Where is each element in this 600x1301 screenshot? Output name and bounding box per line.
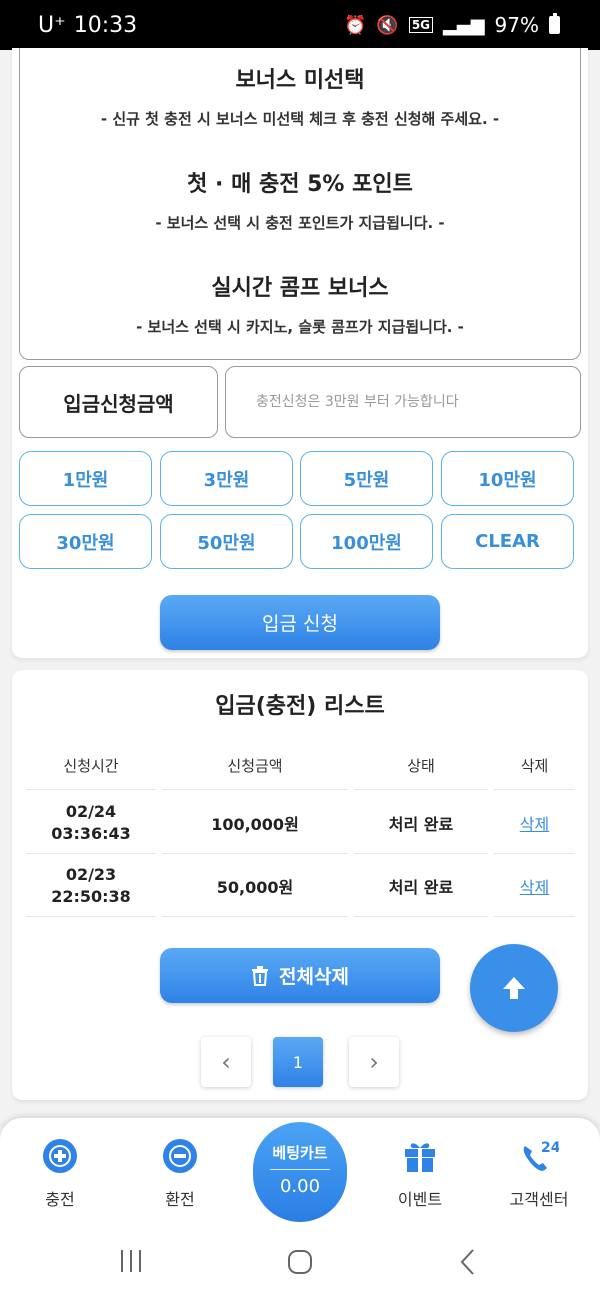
battery-percent: 97% [494, 13, 539, 37]
carrier-label: U⁺ [38, 12, 66, 38]
nav-event-label: 이벤트 [397, 1190, 443, 1209]
amount-button-300k[interactable]: 30만원 [19, 514, 152, 569]
header-time: 신청시간 [26, 742, 156, 790]
amount-button-500k[interactable]: 50만원 [160, 514, 293, 569]
table-header: 신청시간 신청금액 상태 삭제 [26, 742, 575, 790]
row-clock: 22:50:38 [51, 886, 131, 906]
table-row: 02/23 22:50:38 50,000원 처리 완료 삭제 [26, 855, 575, 917]
amount-button-50k[interactable]: 5만원 [300, 451, 433, 506]
row-amount: 100,000원 [162, 792, 348, 854]
row-status: 처리 완료 [354, 855, 488, 917]
bonus-none[interactable]: 보너스 미선택 - 신규 첫 충전 시 보너스 미선택 체크 후 충전 신청해 … [20, 62, 580, 129]
nav-charge-label: 충전 [45, 1190, 75, 1209]
header-status: 상태 [354, 742, 488, 790]
table-row: 02/24 03:36:43 100,000원 처리 완료 삭제 [26, 792, 575, 854]
betting-cart-button[interactable]: 베팅카트 0.00 [253, 1122, 347, 1222]
header-delete: 삭제 [494, 742, 575, 790]
amount-button-100k[interactable]: 10만원 [441, 451, 574, 506]
battery-icon [549, 13, 560, 34]
pager-prev-button[interactable]: ‹ [201, 1037, 251, 1087]
deposit-amount-label: 입금신청금액 [19, 366, 218, 438]
nav-support[interactable]: 24 고객센터 [484, 1138, 594, 1210]
row-status: 처리 완료 [354, 792, 488, 854]
status-bar: U⁺ 10:33 ⏰ 🔇 5G ▂▄▆ 97% [0, 0, 600, 50]
alarm-icon: ⏰ [343, 14, 367, 36]
betting-cart-divider [270, 1169, 330, 1170]
deposit-list-card: 입금(충전) 리스트 신청시간 신청금액 상태 삭제 02/24 03:36:4… [12, 670, 588, 1100]
nav-event[interactable]: 이벤트 [365, 1138, 475, 1210]
pager-current-page[interactable]: 1 [273, 1037, 323, 1087]
bonus-title: 실시간 콤프 보너스 [211, 276, 389, 301]
amount-button-10k[interactable]: 1만원 [19, 451, 152, 506]
trash-icon [252, 965, 269, 986]
betting-cart-label: 베팅카트 [272, 1144, 328, 1162]
bonus-comp[interactable]: 실시간 콤프 보너스 - 보너스 선택 시 카지노, 슬롯 콤프가 지급됩니다.… [20, 270, 580, 337]
row-delete-cell: 삭제 [494, 855, 575, 917]
network-type: 5G [408, 17, 434, 33]
system-nav-bar [0, 1228, 600, 1301]
deposit-card: 보너스 미선택 - 신규 첫 충전 시 보너스 미선택 체크 후 충전 신청해 … [12, 48, 588, 658]
bonus-point[interactable]: 첫 · 매 충전 5% 포인트 - 보너스 선택 시 충전 포인트가 지급됩니다… [20, 166, 580, 233]
signal-icon: ▂▄▆ [443, 14, 485, 36]
clock: 10:33 [73, 12, 138, 38]
amount-button-30k[interactable]: 3만원 [160, 451, 293, 506]
row-date: 02/24 [65, 801, 117, 821]
bonus-desc: - 보너스 선택 시 카지노, 슬롯 콤프가 지급됩니다. - [136, 318, 464, 336]
back-icon[interactable] [458, 1248, 478, 1276]
bonus-desc: - 보너스 선택 시 충전 포인트가 지급됩니다. - [155, 214, 445, 232]
deposit-amount-input[interactable] [225, 366, 581, 438]
bonus-options: 보너스 미선택 - 신규 첫 충전 시 보너스 미선택 체크 후 충전 신청해 … [19, 48, 581, 360]
pager-next-button[interactable]: › [349, 1037, 399, 1087]
row-time: 02/23 22:50:38 [26, 855, 156, 917]
minus-coin-icon [163, 1139, 197, 1173]
bonus-title: 보너스 미선택 [235, 68, 365, 93]
gift-icon [405, 1143, 435, 1172]
row-date: 02/23 [65, 864, 117, 884]
home-icon[interactable] [286, 1248, 314, 1276]
delete-all-button[interactable]: 전체삭제 [160, 948, 440, 1003]
delete-all-label: 전체삭제 [279, 966, 349, 988]
list-title: 입금(충전) 리스트 [215, 694, 385, 719]
nav-support-label: 고객센터 [509, 1190, 569, 1209]
bonus-desc: - 신규 첫 충전 시 보너스 미선택 체크 후 충전 신청해 주세요. - [100, 110, 500, 128]
arrow-up-icon [503, 977, 525, 999]
row-delete-cell: 삭제 [494, 792, 575, 854]
row-delete-link[interactable]: 삭제 [520, 874, 549, 898]
phone-24-icon: 24 [523, 1140, 561, 1171]
header-amount: 신청금액 [162, 742, 348, 790]
deposit-submit-button[interactable]: 입금 신청 [160, 595, 440, 650]
clear-button[interactable]: CLEAR [441, 514, 574, 569]
betting-cart-value: 0.00 [279, 1176, 321, 1197]
row-delete-link[interactable]: 삭제 [520, 811, 549, 835]
scroll-top-button[interactable] [470, 944, 558, 1032]
bottom-nav: 충전 환전 베팅카트 0.00 이벤트 24 고객센터 [0, 1118, 600, 1228]
bonus-title: 첫 · 매 충전 5% 포인트 [187, 172, 413, 197]
row-clock: 03:36:43 [51, 823, 131, 843]
plus-coin-icon [43, 1139, 77, 1173]
nav-exchange-label: 환전 [165, 1190, 195, 1209]
row-amount: 50,000원 [162, 855, 348, 917]
mute-icon: 🔇 [376, 14, 399, 36]
row-time: 02/24 03:36:43 [26, 792, 156, 854]
recent-apps-icon[interactable] [118, 1248, 144, 1274]
amount-button-1m[interactable]: 100만원 [300, 514, 433, 569]
nav-charge[interactable]: 충전 [5, 1138, 115, 1210]
nav-exchange[interactable]: 환전 [125, 1138, 235, 1210]
phone-24-badge: 24 [541, 1140, 559, 1156]
